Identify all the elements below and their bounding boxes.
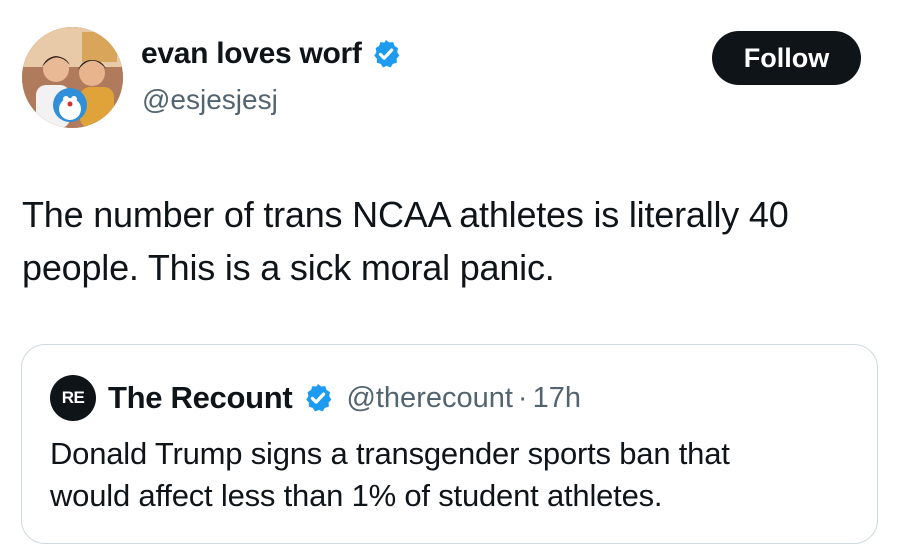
- quote-text-line: would affect less than 1% of student ath…: [50, 478, 663, 513]
- follow-button[interactable]: Follow: [712, 31, 861, 85]
- author-handle[interactable]: @esjesjesj: [142, 84, 278, 116]
- tweet-text: The number of trans NCAA athletes is lit…: [22, 188, 882, 294]
- author-display-name-row[interactable]: evan loves worf: [141, 37, 402, 71]
- quote-timestamp[interactable]: 17h: [533, 382, 581, 415]
- quote-author-logo[interactable]: RE: [50, 375, 96, 421]
- separator-dot: ·: [517, 381, 528, 414]
- quote-tweet-header: RE The Recount @therecount · 17h: [50, 375, 581, 421]
- verified-badge-icon: [306, 384, 332, 412]
- avatar-image: [22, 27, 123, 128]
- quote-text-line: Donald Trump signs a transgender sports …: [50, 436, 730, 471]
- quote-logo-text: RE: [61, 388, 85, 407]
- quote-tweet-text: Donald Trump signs a transgender sports …: [50, 433, 850, 517]
- verified-badge-icon: [373, 40, 399, 68]
- avatar[interactable]: [22, 27, 123, 128]
- quote-author-display-name[interactable]: The Recount: [108, 380, 293, 416]
- quote-author-handle[interactable]: @therecount: [346, 382, 512, 415]
- tweet-text-line: The number of trans NCAA athletes is lit…: [22, 194, 789, 235]
- author-display-name[interactable]: evan loves worf: [141, 37, 362, 71]
- quote-tweet-card[interactable]: RE The Recount @therecount · 17h Donald …: [21, 344, 878, 544]
- tweet-text-line: people. This is a sick moral panic.: [22, 247, 555, 288]
